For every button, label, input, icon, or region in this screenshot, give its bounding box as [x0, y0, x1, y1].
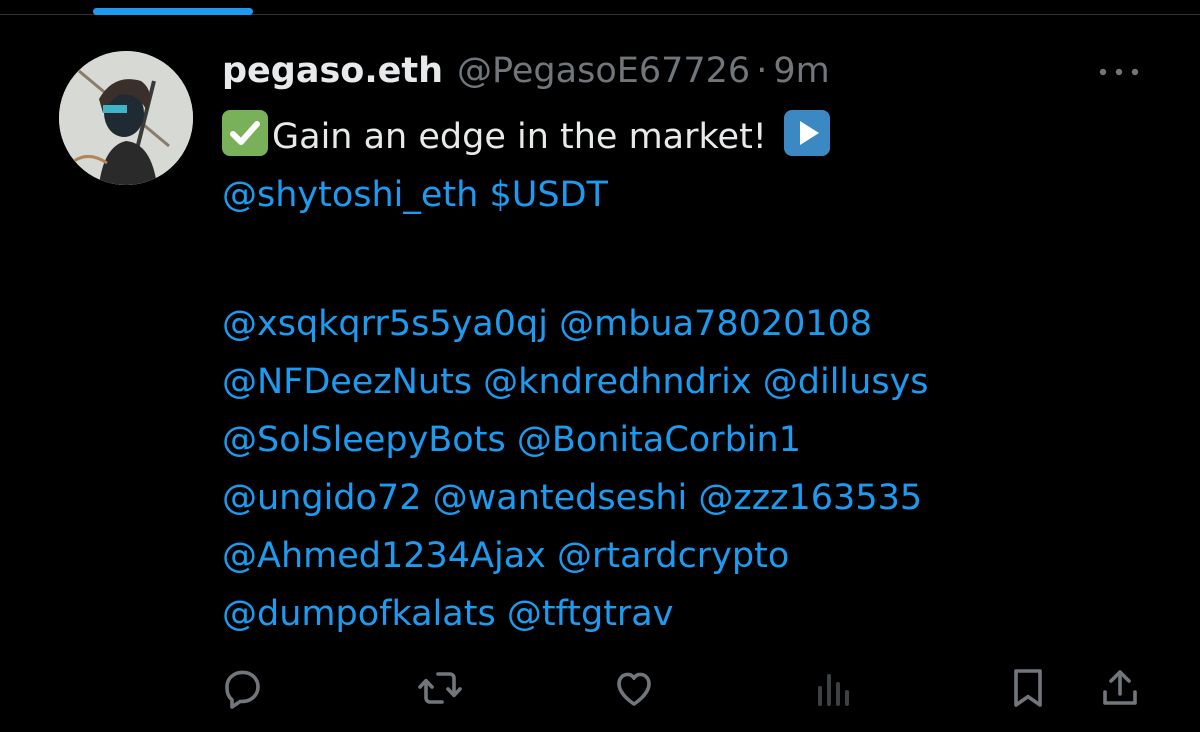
mention-line: @ungido72 @wantedseshi @zzz163535: [222, 469, 1122, 527]
tweet-line: Gain an edge in the market!: [222, 108, 1122, 166]
tweet-header: pegaso.eth @PegasoE67726 · 9m: [222, 48, 830, 98]
tweet-headline: Gain an edge in the market!: [272, 117, 767, 157]
share-icon: [1103, 670, 1137, 705]
mention-link[interactable]: @SolSleepyBots: [222, 420, 506, 460]
cashtag-link[interactable]: $USDT: [490, 175, 608, 215]
mention-link[interactable]: @mbua78020108: [559, 304, 872, 344]
mention-link[interactable]: @dillusys: [763, 362, 929, 402]
mention-link[interactable]: @wantedseshi: [433, 478, 688, 518]
bookmark-icon: [1014, 669, 1042, 707]
check-mark-button-icon: [222, 110, 268, 156]
views-icon: [818, 674, 849, 706]
tweet-actions-bar: [0, 660, 1200, 716]
active-tab-indicator: [93, 8, 253, 15]
mention-link[interactable]: @Ahmed1234Ajax: [222, 536, 546, 576]
mention-link[interactable]: @BonitaCorbin1: [517, 420, 801, 460]
mention-link[interactable]: @kndredhndrix: [483, 362, 751, 402]
like-button[interactable]: [606, 660, 662, 716]
retweet-icon: [418, 672, 462, 704]
views-button[interactable]: [806, 660, 862, 716]
reply-icon: [225, 670, 260, 709]
timestamp[interactable]: 9m: [773, 48, 829, 94]
mention-line: @dumpofkalats @tftgtrav: [222, 585, 1122, 643]
mention-line: @xsqkqrr5s5ya0qj @mbua78020108: [222, 295, 1122, 353]
mention-link[interactable]: @zzz163535: [698, 478, 922, 518]
display-name[interactable]: pegaso.eth: [222, 48, 443, 94]
user-handle[interactable]: @PegasoE67726: [457, 48, 750, 94]
mention-link[interactable]: @ungido72: [222, 478, 421, 518]
mention-link[interactable]: @shytoshi_eth: [222, 175, 478, 215]
mention-line: @SolSleepyBots @BonitaCorbin1: [222, 411, 1122, 469]
header-separator: ·: [756, 51, 768, 91]
tweet-text: Gain an edge in the market! @shytoshi_et…: [222, 108, 1122, 643]
share-button[interactable]: [1092, 660, 1148, 716]
tweet-line: @shytoshi_eth $USDT: [222, 166, 1122, 224]
mention-link[interactable]: @rtardcrypto: [557, 536, 789, 576]
play-button-icon: [783, 110, 830, 156]
mention-link[interactable]: @xsqkqrr5s5ya0qj: [222, 304, 548, 344]
mention-line: @NFDeezNuts @kndredhndrix @dillusys: [222, 353, 1122, 411]
mention-link[interactable]: @NFDeezNuts: [222, 362, 472, 402]
bookmark-button[interactable]: [1000, 660, 1056, 716]
mention-link[interactable]: @tftgtrav: [507, 594, 674, 634]
mention-link[interactable]: @dumpofkalats: [222, 594, 496, 634]
more-options-icon[interactable]: [1095, 60, 1143, 84]
like-icon: [617, 672, 651, 706]
mention-line: @Ahmed1234Ajax @rtardcrypto: [222, 527, 1122, 585]
retweet-button[interactable]: [412, 660, 468, 716]
avatar[interactable]: [59, 51, 193, 185]
reply-button[interactable]: [214, 660, 270, 716]
